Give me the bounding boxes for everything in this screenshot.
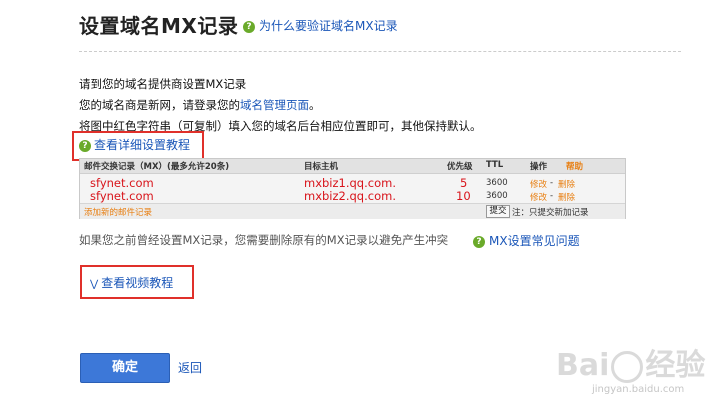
header-record: 邮件交换记录（MX）(最多允许20条) xyxy=(84,162,230,172)
mx-faq-label: MX设置常见问题 xyxy=(489,234,580,248)
detail-tutorial-link[interactable]: ? 查看详细设置教程 xyxy=(79,136,190,153)
priority-cell: 5 xyxy=(460,176,468,190)
question-icon: ? xyxy=(473,235,485,248)
ttl-cell: 3600 xyxy=(486,191,508,201)
delete-link[interactable]: 删除 xyxy=(558,191,575,203)
conflict-info: 如果您之前曾经设置MX记录，您需要删除原有的MX记录以避免产生冲突 xyxy=(79,233,449,247)
edit-link[interactable]: 修改 xyxy=(530,191,547,203)
header-ttl: TTL xyxy=(486,160,504,170)
record-cell: sfynet.com xyxy=(90,176,154,190)
header-action: 操作 xyxy=(530,162,548,172)
table-header: 邮件交换记录（MX）(最多允许20条) 目标主机 优先级 TTL 操作 帮助 xyxy=(80,159,625,174)
domain-manage-link[interactable]: 域名管理页面 xyxy=(240,98,309,112)
confirm-button[interactable]: 确定 xyxy=(80,353,170,383)
detail-tutorial-label: 查看详细设置教程 xyxy=(94,138,191,152)
why-mx-link-label: 为什么要验证域名MX记录 xyxy=(259,19,398,33)
instruction-line-1: 请到您的域名提供商设置MX记录 xyxy=(79,77,247,91)
why-mx-link[interactable]: ? 为什么要验证域名MX记录 xyxy=(243,17,398,34)
baidu-watermark: Bai 经验 xyxy=(556,348,706,383)
question-icon: ? xyxy=(79,139,91,152)
video-tutorial-highlight: ⋁ 查看视频教程 xyxy=(80,265,194,299)
title-divider xyxy=(79,51,681,52)
priority-cell: 10 xyxy=(456,189,471,203)
question-icon: ? xyxy=(243,20,255,33)
chevron-down-icon: ⋁ xyxy=(90,279,99,290)
header-priority: 优先级 xyxy=(447,162,473,172)
paw-icon xyxy=(611,350,644,383)
video-tutorial-label: 查看视频教程 xyxy=(101,276,174,290)
table-row: sfynet.com mxbiz1.qq.com. 5 3600 修改 - 删除 xyxy=(90,176,576,190)
header-host: 目标主机 xyxy=(304,162,339,172)
header-help[interactable]: 帮助 xyxy=(566,160,583,172)
ttl-cell: 3600 xyxy=(486,178,508,188)
page-title: 设置域名MX记录 xyxy=(79,14,239,38)
video-tutorial-link[interactable]: ⋁ 查看视频教程 xyxy=(90,274,173,291)
host-cell: mxbiz1.qq.com. xyxy=(304,176,396,190)
submit-note: 注：只提交新加记录 xyxy=(512,208,589,218)
mx-record-table: 邮件交换记录（MX）(最多允许20条) 目标主机 优先级 TTL 操作 帮助 s… xyxy=(79,158,626,219)
mx-faq-link[interactable]: ? MX设置常见问题 xyxy=(473,232,580,249)
watermark-url: jingyan.baidu.com xyxy=(592,384,685,395)
table-footer: 添加新的邮件记录 提交 注：只提交新加记录 xyxy=(80,203,625,219)
table-row: sfynet.com mxbiz2.qq.com. 10 3600 修改 - 删… xyxy=(90,189,576,203)
host-cell: mxbiz2.qq.com. xyxy=(304,189,396,203)
submit-button[interactable]: 提交 xyxy=(486,205,510,218)
record-cell: sfynet.com xyxy=(90,189,154,203)
add-record-link[interactable]: 添加新的邮件记录 xyxy=(84,206,152,218)
instruction-line-2: 您的域名商是新网，请登录您的域名管理页面。 xyxy=(79,98,321,112)
back-link[interactable]: 返回 xyxy=(178,359,202,376)
